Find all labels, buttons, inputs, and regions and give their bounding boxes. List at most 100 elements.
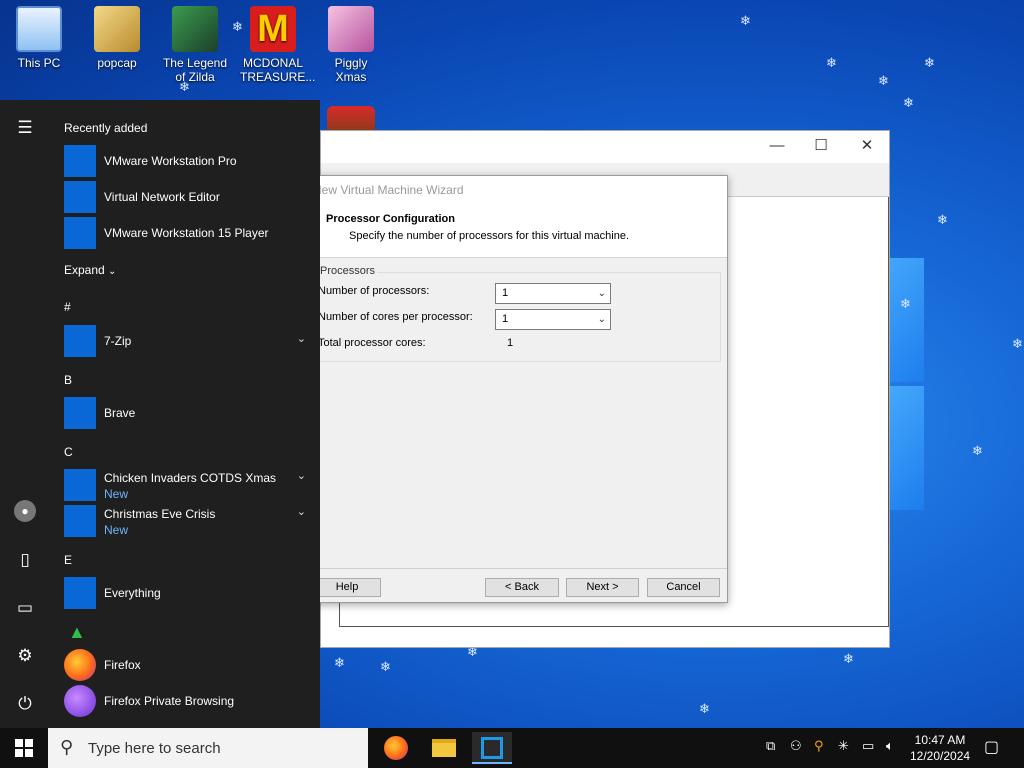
help-button[interactable]: Help [313,578,381,597]
new-badge: New [104,523,129,537]
wizard-header: New Virtual Machine Wizard Processor Con… [301,176,727,258]
num-processors-label: Number of processors: [318,285,430,297]
desktop-icon-label: Piggly Xmas [334,56,368,84]
chevron-down-icon[interactable]: ⌄ [297,469,306,482]
clock-time: 10:47 AM [914,733,966,747]
desktop-icon-mcdonal-treasure[interactable]: M MCDONAL TREASURE... [240,6,315,84]
taskbar-clock[interactable]: 10:47 AM 12/20/2024 [910,732,970,764]
folder-icon [64,505,96,537]
desktop-icon-label: This PC [17,56,61,70]
start-item-chicken-invaders[interactable]: Chicken Invaders COTDS Xmas New ⌄ [64,468,308,502]
next-button[interactable]: Next > [566,578,639,597]
santa-hat-icon [327,106,375,132]
processors-group: Processors Number of processors: 1 ⌄ Num… [313,265,721,362]
chevron-down-icon[interactable]: ⌄ [297,332,306,345]
taskbar-firefox[interactable] [376,732,416,764]
power-icon[interactable]: ⏻ [13,692,37,716]
start-item-label: VMware Workstation 15 Player [104,226,269,240]
start-item-label: Christmas Eve Crisis [104,507,216,521]
desktop-icon-piggly-xmas[interactable]: Piggly Xmas [318,6,384,84]
group-title: Processors [318,265,378,277]
everything-tray-icon[interactable]: ⚲ [814,738,824,754]
windows-logo-icon [15,739,33,757]
search-icon: ⚲ [60,737,74,757]
cancel-button[interactable]: Cancel [647,578,720,597]
clock-date: 12/20/2024 [910,749,971,763]
firefox-private-icon [64,685,96,717]
taskbar-file-explorer[interactable] [424,732,464,764]
cores-per-processor-select[interactable]: 1 ⌄ [495,309,611,330]
num-processors-select[interactable]: 1 ⌄ [495,283,611,304]
network-icon[interactable]: ▭ [862,738,874,754]
desktop-icon-legend-of-zilda[interactable]: The Legend of Zilda [162,6,228,84]
desktop-icon-popcap[interactable]: popcap [84,6,150,70]
desktop-icon-label: The Legend of Zilda [162,56,228,84]
cores-label: Number of cores per processor: [318,311,473,323]
maximize-button[interactable]: ☐ [801,135,841,157]
folder-icon [432,739,456,757]
start-menu: ☰ ● ▯ ▭ ⚙ ⏻ ▲ Recently added VMware Work… [0,100,320,728]
user-avatar-icon[interactable]: ● [14,500,36,522]
num-processors-value: 1 [502,287,509,299]
search-placeholder: Type here to search [88,740,221,757]
desktop-icon-this-pc[interactable]: This PC [6,6,72,70]
wizard-subheading: Specify the number of processors for thi… [349,230,630,242]
pig-icon [328,6,374,52]
firefox-icon [384,736,408,760]
taskbar-vmware[interactable] [472,732,512,764]
start-item-firefox[interactable]: Firefox [64,648,308,682]
wizard-separator [301,568,727,569]
computer-icon [16,6,62,52]
close-button[interactable]: ✕ [847,135,887,157]
start-item-everything[interactable]: Everything [64,576,308,610]
start-item-christmas-eve-crisis[interactable]: Christmas Eve Crisis New ⌄ [64,504,308,538]
volume-icon[interactable]: 🔈︎ [886,738,894,754]
chevron-down-icon: ⌄ [108,266,117,277]
letter-header-c[interactable]: C [64,445,73,459]
settings-gear-icon[interactable]: ⚙ [13,644,37,668]
start-button[interactable] [0,728,48,768]
notifications-icon[interactable]: ▢ [984,737,999,757]
start-item-vmware-workstation-pro[interactable]: VMware Workstation Pro [64,144,308,178]
start-item-label: Firefox Private Browsing [104,694,235,708]
wizard-heading: Processor Configuration [326,213,455,225]
start-item-brave[interactable]: Brave [64,396,308,430]
letter-header-b[interactable]: B [64,373,72,387]
cores-value: 1 [502,313,509,325]
desktop-icon-label: popcap [97,56,137,70]
start-item-vmware-player[interactable]: VMware Workstation 15 Player [64,216,308,250]
start-item-virtual-network-editor[interactable]: Virtual Network Editor [64,180,308,214]
snowflake-tray-icon[interactable]: ✳ [838,738,849,754]
taskbar-search-box[interactable]: ⚲ Type here to search [48,728,368,768]
documents-icon[interactable]: ▯ [13,548,37,572]
expand-button[interactable]: Expand ⌄ [64,263,116,277]
vmware-icon [64,145,96,177]
folder-icon [94,6,140,52]
everything-search-icon [64,577,96,609]
start-item-label: VMware Workstation Pro [104,154,237,168]
user-network-icon[interactable]: ⚇ [790,738,802,754]
network-editor-icon [64,181,96,213]
christmas-tree-icon: ▲ [68,622,86,642]
letter-header-hash[interactable]: # [64,300,71,314]
expand-label: Expand [64,263,105,277]
game-icon [172,6,218,52]
minimize-button[interactable]: — [757,135,797,157]
total-cores-label: Total processor cores: [318,337,426,349]
new-badge: New [104,487,129,501]
chevron-down-icon: ⌄ [597,314,606,325]
start-item-7zip[interactable]: 7-Zip ⌄ [64,324,308,358]
start-item-label: Brave [104,406,136,420]
task-view-icon[interactable]: ⧉ [766,738,775,754]
pictures-icon[interactable]: ▭ [13,596,37,620]
firefox-icon [64,649,96,681]
start-item-firefox-private[interactable]: Firefox Private Browsing [64,684,308,718]
start-item-label: Firefox [104,658,141,672]
hamburger-menu-icon[interactable]: ☰ [13,116,37,140]
brave-icon [64,397,96,429]
start-item-label: 7-Zip [104,334,132,348]
letter-header-e[interactable]: E [64,553,72,567]
chevron-down-icon[interactable]: ⌄ [297,505,306,518]
back-button[interactable]: < Back [485,578,559,597]
vmware-icon [481,737,503,759]
